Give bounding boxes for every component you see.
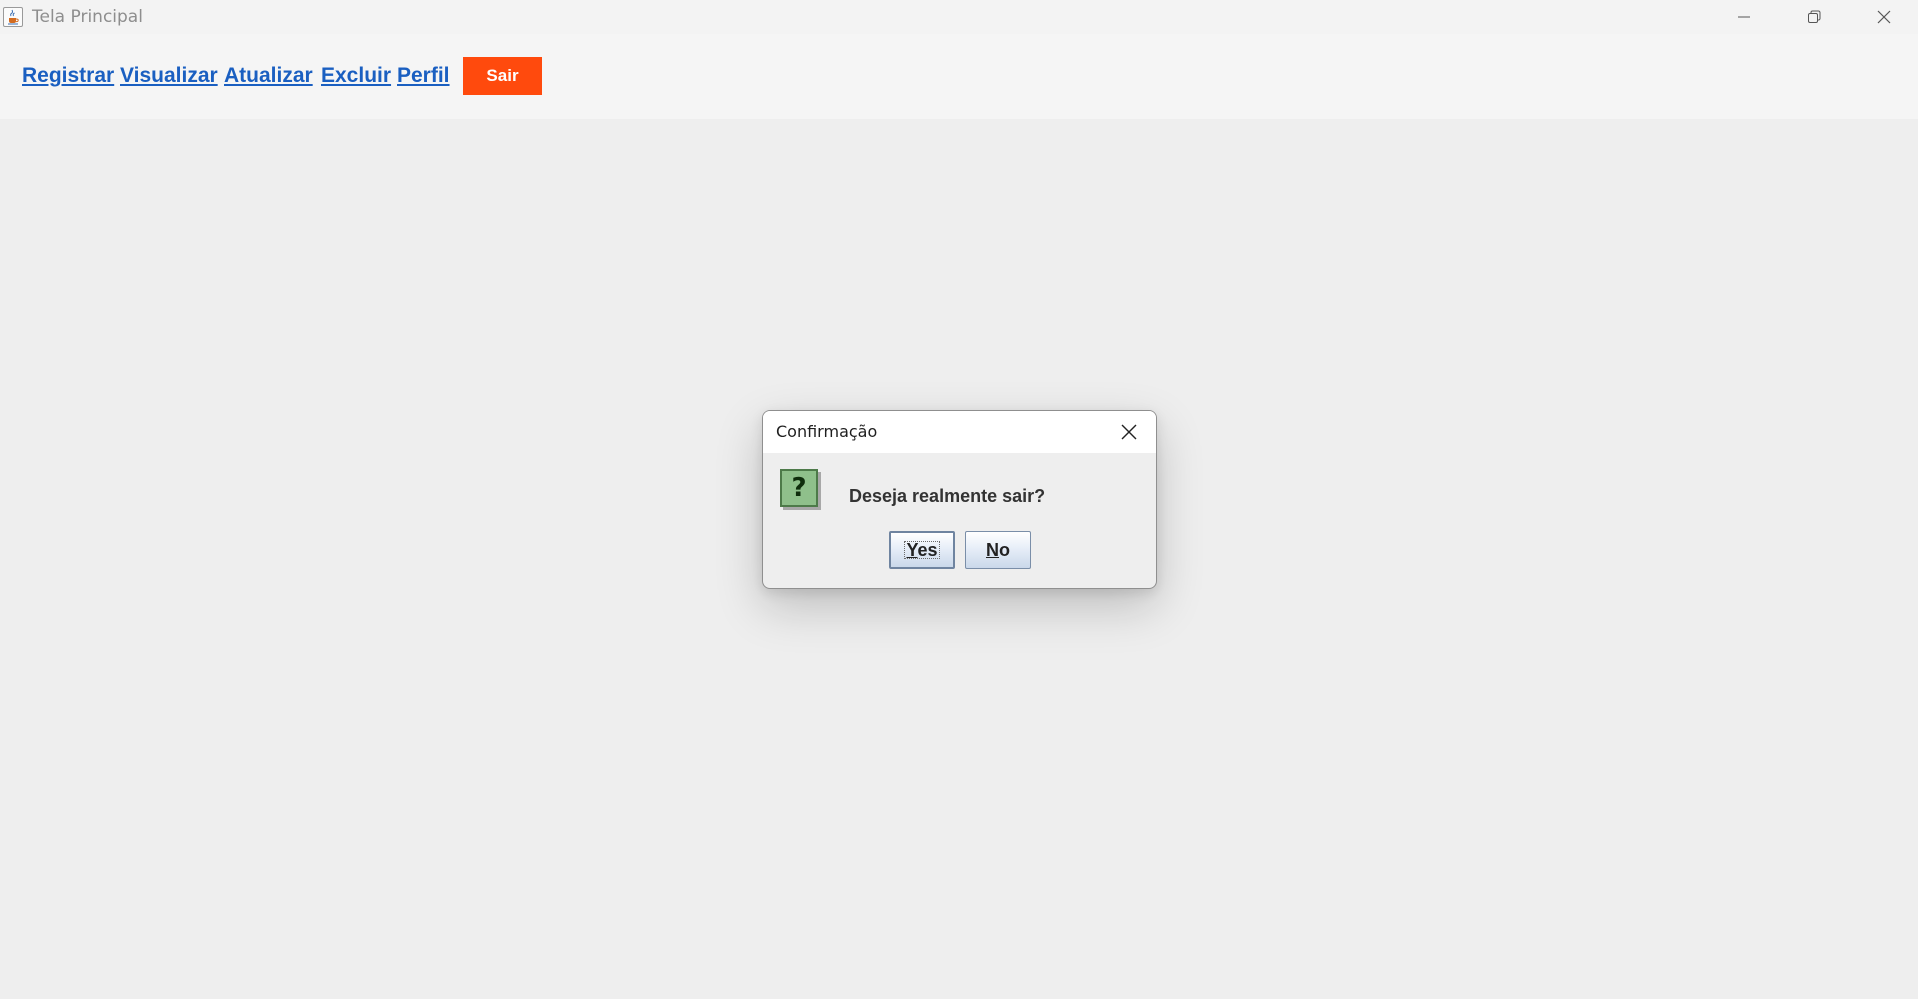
- focus-indicator: [904, 541, 940, 559]
- dialog-message: Deseja realmente sair?: [849, 486, 1046, 506]
- minimize-icon: [1738, 16, 1750, 18]
- window-title: Tela Principal: [32, 7, 143, 27]
- atualizar-link[interactable]: Atualizar: [224, 64, 313, 88]
- close-icon: [1121, 424, 1137, 440]
- perfil-link[interactable]: Perfil: [397, 64, 450, 88]
- minimize-button[interactable]: [1712, 0, 1776, 34]
- menu-bar: Registrar Visualizar Atualizar Excluir P…: [0, 34, 1918, 119]
- question-icon: ?: [780, 469, 818, 507]
- confirmation-dialog: Confirmação ? Deseja realmente sair? Yes…: [762, 410, 1157, 589]
- no-button[interactable]: No: [965, 531, 1031, 569]
- no-mnemonic: N: [986, 540, 999, 560]
- close-icon: [1877, 10, 1891, 24]
- dialog-title: Confirmação: [776, 422, 878, 441]
- visualizar-link[interactable]: Visualizar: [120, 64, 218, 88]
- dialog-close-button[interactable]: [1117, 420, 1141, 444]
- dialog-titlebar: Confirmação: [763, 411, 1156, 453]
- excluir-link[interactable]: Excluir: [321, 64, 391, 88]
- no-label-rest: o: [999, 540, 1010, 560]
- restore-icon: [1808, 10, 1821, 23]
- java-cup-icon: [3, 7, 23, 27]
- restore-button[interactable]: [1782, 0, 1846, 34]
- registrar-link[interactable]: Registrar: [22, 64, 114, 88]
- close-button[interactable]: [1852, 0, 1916, 34]
- window-titlebar: Tela Principal: [0, 0, 1918, 34]
- sair-button[interactable]: Sair: [463, 57, 542, 95]
- yes-button[interactable]: Yes: [889, 531, 955, 569]
